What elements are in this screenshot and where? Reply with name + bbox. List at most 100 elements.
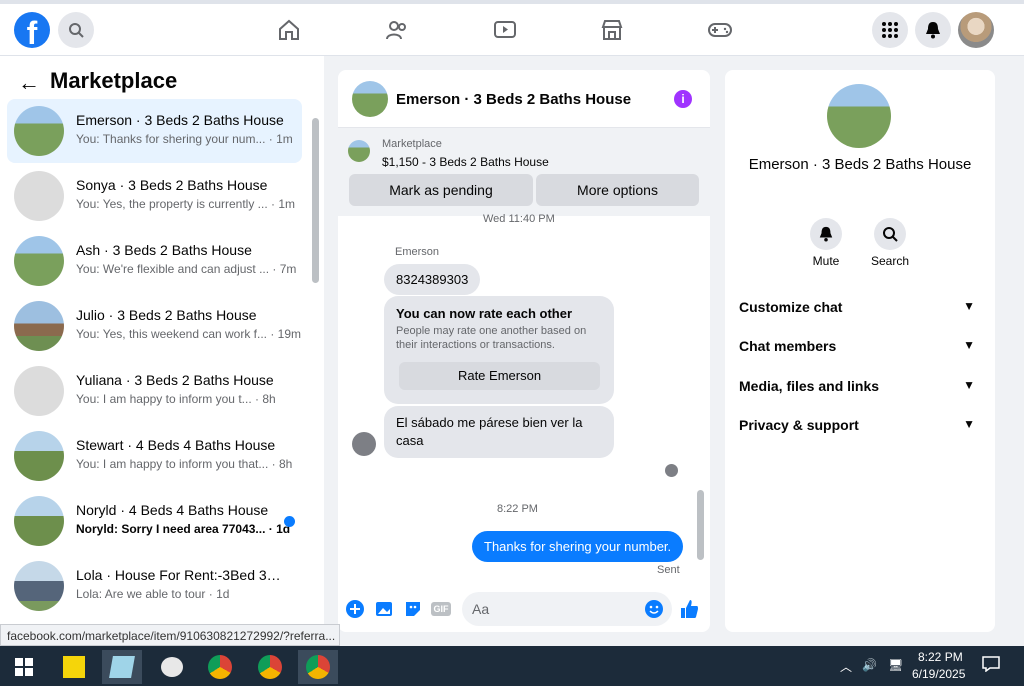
search-in-chat-button[interactable] — [874, 218, 906, 250]
mark-as-pending-button[interactable]: Mark as pending — [349, 174, 533, 206]
media-files-links-section[interactable]: Media, files and links ▼ — [739, 378, 981, 394]
friends-nav-button[interactable] — [383, 16, 411, 44]
mute-label: Mute — [812, 254, 840, 268]
conversation-item[interactable]: Ash · 3 Beds 2 Baths House You: We're fl… — [7, 229, 302, 293]
message-input[interactable]: Aa — [462, 592, 672, 626]
mute-button[interactable] — [810, 218, 842, 250]
conversation-thumbnail — [14, 496, 64, 546]
notifications-button[interactable] — [915, 12, 951, 48]
sticky-notes-app[interactable] — [54, 650, 94, 684]
conversation-item[interactable]: Julio · 3 Beds 2 Baths House You: Yes, t… — [7, 294, 302, 358]
menu-button[interactable] — [872, 12, 908, 48]
chrome-icon — [258, 655, 282, 679]
tray-chevron-icon[interactable]: ︿ — [840, 658, 852, 675]
chevron-down-icon: ▼ — [963, 378, 975, 392]
conversation-item[interactable]: Lola · House For Rent:-3Bed 3Ba... Lola:… — [7, 554, 302, 618]
conversation-thumbnail — [14, 301, 64, 351]
watch-nav-button[interactable] — [491, 16, 519, 44]
conversation-preview: You: I am happy to inform you t... · 8h — [76, 392, 276, 406]
chrome-icon — [306, 655, 330, 679]
rate-card-description: People may rate one another based on the… — [396, 325, 587, 351]
marketplace-nav-button[interactable] — [598, 16, 626, 44]
taskbar-app[interactable] — [152, 650, 192, 684]
rate-card: You can now rate each other People may r… — [384, 296, 614, 404]
conversation-name: Ash · 3 Beds 2 Baths House — [76, 242, 252, 258]
page-scrollbar[interactable] — [1012, 56, 1024, 646]
profile-avatar-button[interactable] — [958, 12, 994, 48]
conversation-item[interactable]: Noryld · 4 Beds 4 Baths House Noryld: So… — [7, 489, 302, 553]
sender-avatar[interactable] — [352, 432, 376, 456]
home-nav-button[interactable] — [275, 16, 303, 44]
listing-avatar-large[interactable] — [827, 84, 891, 148]
home-icon — [279, 19, 299, 40]
details-title: Emerson · 3 Beds 2 Baths House — [748, 156, 972, 173]
sticky-notes-icon — [63, 656, 85, 678]
conversation-item[interactable]: Stewart · 4 Beds 4 Baths House You: I am… — [7, 424, 302, 488]
photo-icon[interactable] — [374, 599, 394, 619]
top-navigation-bar: f — [0, 0, 1024, 56]
conversation-thumbnail — [14, 561, 64, 611]
bell-icon — [819, 226, 833, 242]
paint-icon — [161, 657, 183, 677]
privacy-support-section[interactable]: Privacy & support ▼ — [739, 417, 981, 433]
rate-user-button[interactable]: Rate Emerson — [399, 362, 600, 390]
thumbs-up-icon[interactable] — [679, 599, 699, 619]
conversation-name: Julio · 3 Beds 2 Baths House — [76, 307, 257, 323]
friends-icon — [386, 21, 406, 40]
conversation-list-scrollbar[interactable] — [312, 118, 319, 283]
chrome-profile-1[interactable] — [200, 650, 240, 684]
start-button[interactable] — [4, 650, 44, 684]
panel-title: Marketplace — [50, 68, 178, 93]
my-message-bubble[interactable]: Thanks for shering your number. — [472, 531, 684, 562]
conversation-thumbnail — [14, 431, 64, 481]
thread-scrollbar[interactable] — [697, 490, 704, 560]
more-options-button[interactable]: More options — [536, 174, 699, 206]
gaming-nav-button[interactable] — [706, 16, 734, 44]
plus-circle-icon[interactable] — [345, 599, 365, 619]
notepad-icon — [109, 656, 135, 678]
clock-date[interactable]: 6/19/2025 — [912, 667, 965, 681]
chevron-down-icon: ▼ — [963, 338, 975, 352]
chevron-down-icon: ▼ — [963, 417, 975, 431]
message-thread: Wed 11:40 PM Emerson 8324389303 You can … — [338, 213, 710, 586]
notifications-icon[interactable] — [982, 656, 1000, 675]
conversation-list-panel: ← Marketplace Emerson · 3 Beds 2 Baths H… — [0, 56, 324, 624]
unread-dot — [284, 516, 295, 527]
seen-avatar — [665, 464, 678, 477]
info-icon[interactable]: i — [674, 90, 692, 108]
chrome-profile-3[interactable] — [298, 650, 338, 684]
search-icon — [883, 227, 898, 242]
chat-title[interactable]: Emerson · 3 Beds 2 Baths House — [396, 91, 631, 108]
network-icon[interactable]: 🖥 — [888, 658, 903, 672]
conversation-preview: You: Yes, the property is currently ... … — [76, 197, 295, 211]
timestamp: Wed 11:40 PM — [483, 213, 555, 225]
gif-icon[interactable]: GIF — [431, 602, 451, 616]
conversation-preview: Noryld: Sorry I need area 77043... · 1d — [76, 522, 291, 536]
message-bubble[interactable]: 8324389303 — [384, 264, 481, 295]
conversation-thumbnail — [14, 106, 64, 156]
search-button[interactable] — [58, 12, 94, 48]
chat-listing-avatar[interactable] — [352, 81, 388, 117]
emoji-icon[interactable] — [644, 599, 664, 619]
conversation-item[interactable]: Emerson · 3 Beds 2 Baths House You: Than… — [7, 99, 302, 163]
customize-chat-section[interactable]: Customize chat ▼ — [739, 299, 981, 315]
listing-title[interactable]: $1,150 - 3 Beds 2 Baths House — [382, 155, 549, 169]
chat-window: Emerson · 3 Beds 2 Baths House i Marketp… — [338, 70, 710, 632]
listing-thumbnail[interactable] — [348, 140, 370, 162]
bell-icon — [926, 22, 940, 39]
message-composer: GIF Aa — [338, 588, 710, 632]
message-bubble[interactable]: El sábado me párese bien ver la casa — [384, 406, 614, 458]
conversation-thumbnail — [14, 171, 64, 221]
facebook-logo[interactable]: f — [14, 12, 50, 48]
chrome-icon — [208, 655, 232, 679]
volume-icon[interactable]: 🔊 — [862, 658, 877, 672]
windows-taskbar: ︿ 🔊 🖥 8:22 PM 6/19/2025 — [0, 646, 1024, 686]
sticker-icon[interactable] — [403, 599, 423, 619]
conversation-item[interactable]: Yuliana · 3 Beds 2 Baths House You: I am… — [7, 359, 302, 423]
taskbar-app[interactable] — [102, 650, 142, 684]
conversation-item[interactable]: Sonya · 3 Beds 2 Baths House You: Yes, t… — [7, 164, 302, 228]
chat-members-section[interactable]: Chat members ▼ — [739, 338, 981, 354]
back-arrow-icon[interactable]: ← — [18, 70, 40, 96]
chrome-profile-2[interactable] — [250, 650, 290, 684]
clock-time[interactable]: 8:22 PM — [918, 650, 963, 664]
